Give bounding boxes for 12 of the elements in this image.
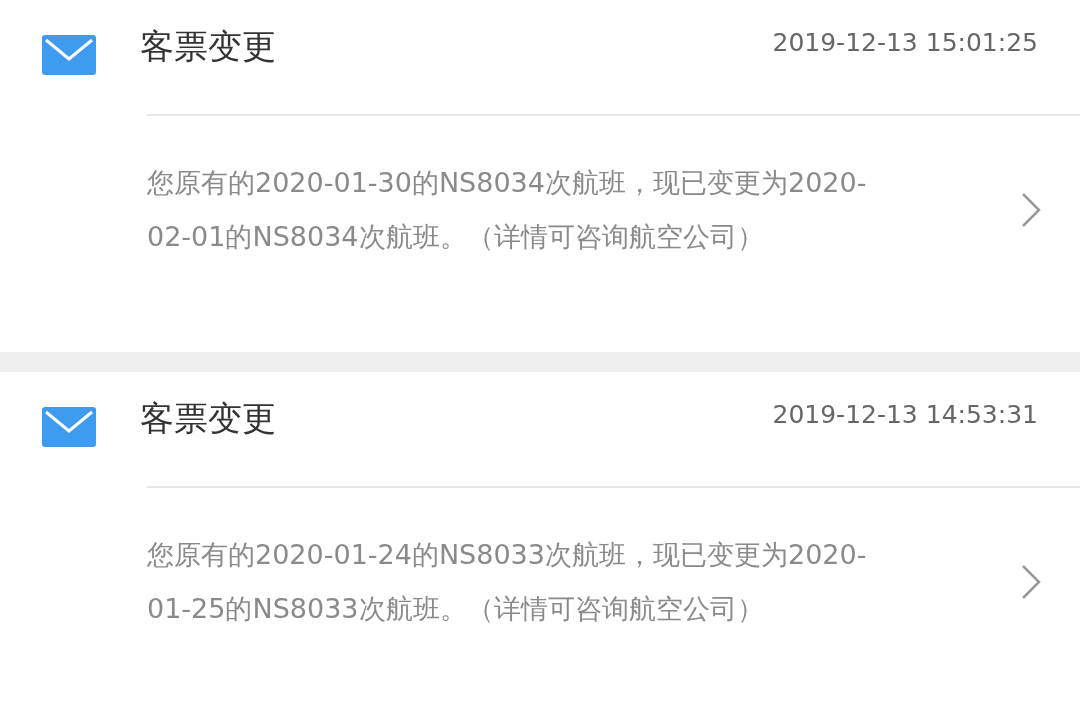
message-title: 客票变更 — [140, 397, 276, 440]
envelope-icon — [42, 407, 96, 447]
chevron-right-icon[interactable] — [1020, 192, 1042, 228]
envelope-icon — [42, 35, 96, 75]
chevron-right-icon[interactable] — [1020, 564, 1042, 600]
message-card[interactable]: 客票变更 2019-12-13 14:53:31 您原有的2020-01-24的NS8033次航班，现已变更为2020-01-25的NS8033次航班。（详情可咨询航空公司） — [0, 372, 1080, 722]
message-card[interactable]: 客票变更 2019-12-13 15:01:25 您原有的2020-01-30的NS8034次航班，现已变更为2020-02-01的NS8034次航班。（详情可咨询航空公司） — [0, 0, 1080, 352]
message-time: 2019-12-13 14:53:31 — [772, 399, 1038, 429]
message-text: 您原有的2020-01-30的NS8034次航班，现已变更为2020-02-01的NS8034次航班。（详情可咨询航空公司） — [147, 166, 868, 254]
message-text: 您原有的2020-01-24的NS8033次航班，现已变更为2020-01-25的NS8033次航班。（详情可咨询航空公司） — [147, 538, 868, 626]
message-title: 客票变更 — [140, 25, 276, 68]
message-time: 2019-12-13 15:01:25 — [772, 27, 1038, 57]
